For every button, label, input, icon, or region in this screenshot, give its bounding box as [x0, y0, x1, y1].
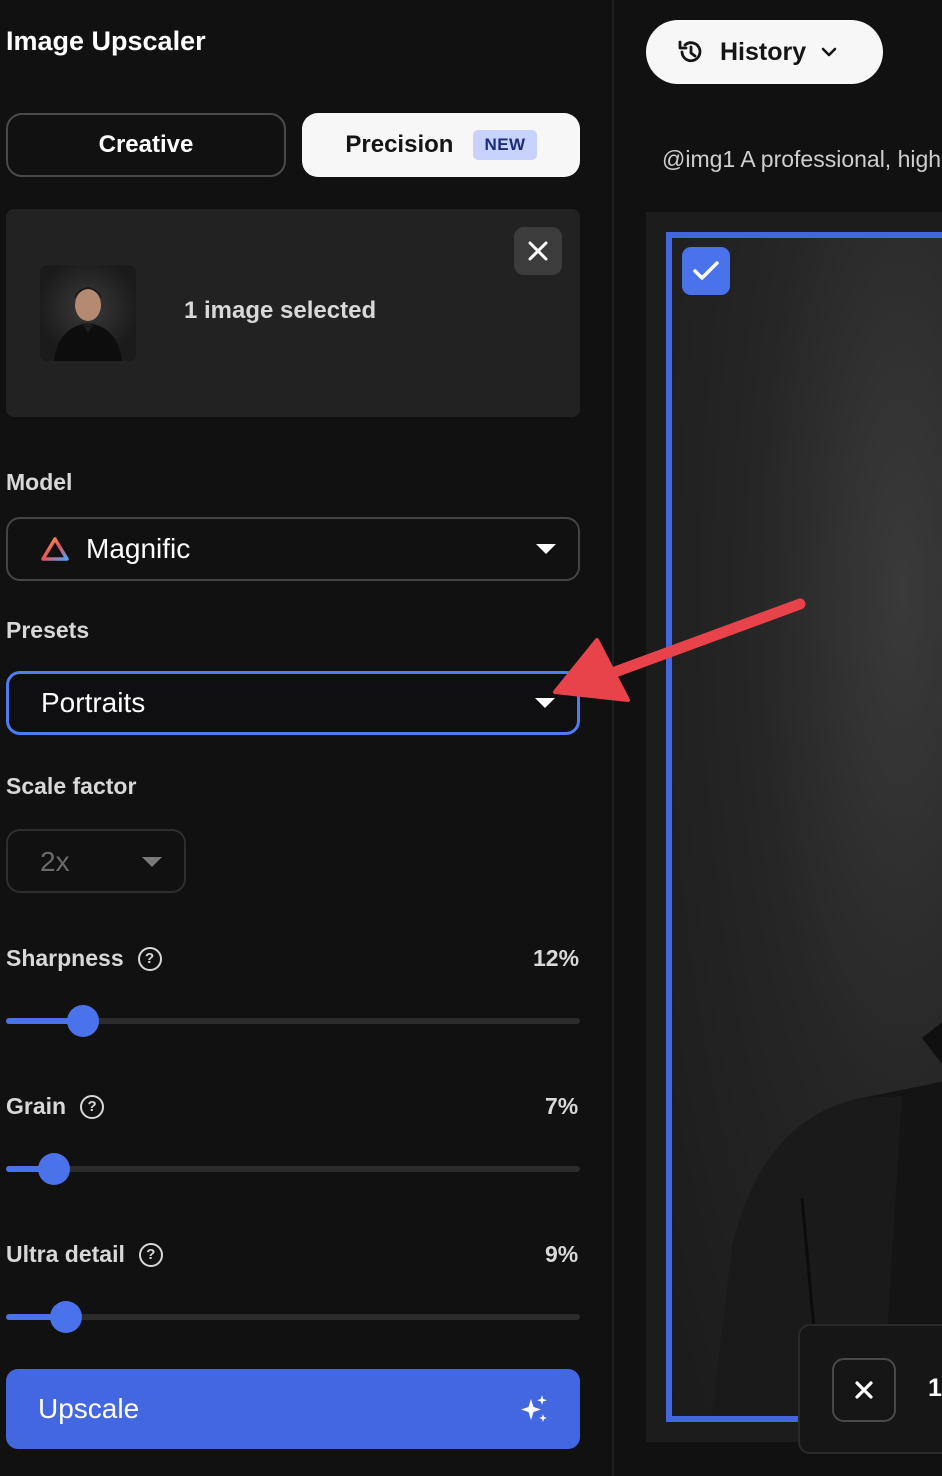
scale-factor-select[interactable]: 2x	[6, 829, 186, 893]
close-icon	[855, 1381, 873, 1399]
scale-factor-label: Scale factor	[6, 773, 137, 799]
chevron-down-icon	[535, 698, 555, 708]
history-button[interactable]: History	[646, 20, 883, 84]
grain-slider[interactable]	[6, 1153, 580, 1185]
creative-mode-button[interactable]: Creative	[6, 113, 286, 177]
precision-mode-label: Precision	[345, 131, 454, 158]
page-title: Image Upscaler	[6, 26, 206, 56]
upscale-button[interactable]: Upscale	[6, 1369, 580, 1449]
ultra-detail-slider-handle[interactable]	[49, 1301, 82, 1333]
grain-label-text: Grain	[6, 1093, 67, 1119]
clear-selection-button[interactable]	[514, 227, 562, 275]
sharpness-value: 12%	[533, 945, 580, 971]
creative-mode-label: Creative	[98, 131, 194, 158]
new-badge: NEW	[473, 130, 537, 160]
history-icon	[678, 40, 702, 63]
presets-label: Presets	[6, 617, 90, 643]
upscale-button-label: Upscale	[38, 1393, 140, 1424]
chevron-down-icon	[821, 47, 837, 57]
ultra-detail-value: 9%	[545, 1241, 579, 1267]
ultra-detail-slider[interactable]	[6, 1301, 580, 1333]
panel-divider	[612, 0, 614, 1476]
ultra-detail-label: Ultra detail ?	[6, 1241, 163, 1268]
presets-select[interactable]: Portraits	[6, 671, 580, 735]
history-label: History	[720, 37, 807, 66]
selected-count: 1	[928, 1374, 942, 1402]
close-icon	[528, 241, 548, 261]
sharpness-label: Sharpness ?	[6, 945, 162, 972]
grain-slider-handle[interactable]	[38, 1153, 71, 1185]
settings-panel: Image Upscaler Creative Precision NEW 1 …	[0, 0, 612, 1476]
selected-images-card: 1 image selected	[6, 209, 580, 417]
presets-value: Portraits	[41, 687, 146, 718]
help-icon[interactable]: ?	[138, 1242, 163, 1267]
model-value: Magnific	[86, 533, 191, 564]
sharpness-label-text: Sharpness	[6, 945, 124, 971]
prompt-text: @img1 A professional, high	[662, 146, 942, 172]
portrait-image	[712, 1022, 942, 1416]
sharpness-slider-handle[interactable]	[66, 1005, 99, 1037]
scale-factor-value: 2x	[40, 846, 70, 877]
grain-value: 7%	[545, 1093, 579, 1119]
chevron-down-icon	[536, 544, 556, 554]
help-icon[interactable]: ?	[137, 946, 162, 971]
ultra-detail-label-text: Ultra detail	[6, 1241, 125, 1267]
magnific-logo-icon	[41, 537, 69, 561]
precision-mode-button[interactable]: Precision NEW	[302, 113, 580, 177]
result-image-card[interactable]	[666, 232, 942, 1422]
model-select[interactable]: Magnific	[6, 517, 580, 581]
selection-count-text: 1 image selected	[184, 297, 377, 324]
grain-label: Grain ?	[6, 1093, 105, 1120]
sparkle-icon	[521, 1395, 547, 1422]
selected-image-thumbnail[interactable]	[40, 265, 136, 361]
image-selected-checkbox[interactable]	[682, 247, 730, 295]
portrait-thumbnail-image	[54, 287, 122, 361]
sharpness-slider[interactable]	[6, 1005, 580, 1037]
model-label: Model	[6, 469, 73, 495]
help-icon[interactable]: ?	[80, 1094, 105, 1119]
deselect-button[interactable]	[832, 1358, 896, 1422]
checkmark-icon	[693, 261, 719, 280]
chevron-down-icon	[142, 857, 162, 867]
